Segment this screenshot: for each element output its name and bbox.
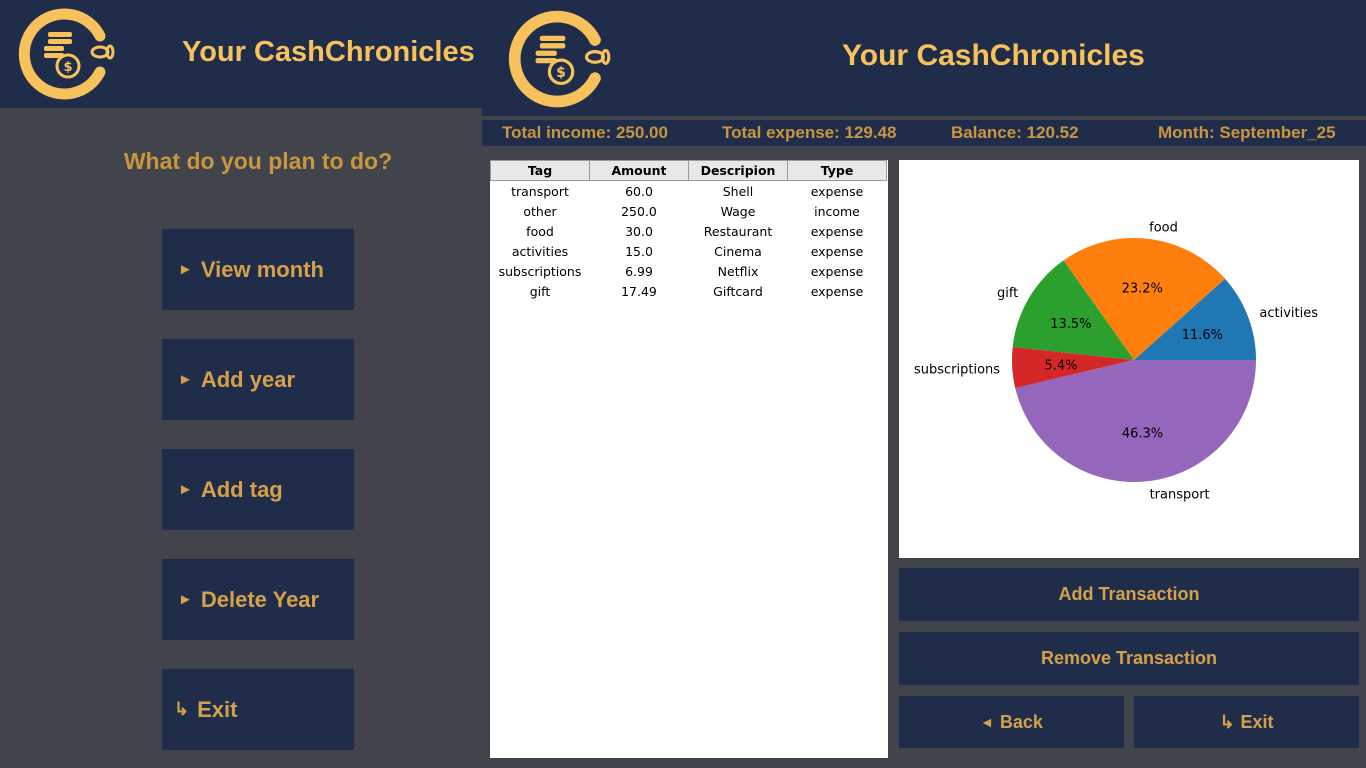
back-arrow-icon: ◄ bbox=[980, 714, 994, 730]
column-header-type[interactable]: Type bbox=[787, 160, 887, 181]
svg-text:$: $ bbox=[556, 65, 566, 81]
cell-type: expense bbox=[810, 283, 864, 299]
pie-percent-label: 11.6% bbox=[1182, 328, 1223, 343]
cell-amount: 17.49 bbox=[621, 283, 657, 299]
table-row[interactable]: gift 17.49 Giftcard expense bbox=[491, 281, 887, 301]
expense-chart-panel: 11.6% activities 23.2% food 13.5% gift 5.4% sub… bbox=[899, 160, 1359, 558]
cell-tag: transport bbox=[511, 183, 569, 199]
add-year-label: Add year bbox=[200, 366, 296, 392]
cell-tag: food bbox=[526, 223, 554, 239]
expense-pie-chart: 11.6% activities 23.2% food 13.5% gift 5.4% sub… bbox=[914, 221, 1318, 503]
cell-amount: 60.0 bbox=[625, 183, 653, 199]
menu-question: What do you plan to do? bbox=[123, 148, 393, 174]
play-arrow-icon: ► bbox=[178, 591, 193, 608]
exit-button-right[interactable]: ↳ Exit bbox=[1134, 696, 1359, 748]
column-header-tag[interactable]: Tag bbox=[490, 160, 590, 181]
month-indicator: Month: September_25 bbox=[1158, 123, 1336, 142]
cell-amount: 15.0 bbox=[625, 243, 653, 259]
pie-category-label: activities bbox=[1259, 306, 1318, 321]
add-year-button[interactable]: ► Add year bbox=[162, 339, 354, 420]
right-app-title: Your CashChronicles bbox=[842, 39, 1145, 72]
svg-text:$: $ bbox=[63, 60, 72, 75]
view-month-button[interactable]: ► View month bbox=[162, 229, 354, 310]
cell-amount: 6.99 bbox=[625, 263, 653, 279]
cell-type: expense bbox=[810, 263, 864, 279]
pie-percent-label: 5.4% bbox=[1044, 359, 1077, 374]
delete-year-button[interactable]: ► Delete Year bbox=[162, 559, 354, 640]
left-app-title: Your CashChronicles bbox=[182, 36, 475, 68]
exit-arrow-icon: ↳ bbox=[1219, 711, 1235, 732]
column-header-amount[interactable]: Amount bbox=[589, 160, 689, 181]
play-arrow-icon: ► bbox=[178, 261, 193, 278]
cell-amount: 250.0 bbox=[621, 203, 657, 219]
exit-label-right: Exit bbox=[1240, 711, 1274, 732]
cell-tag: activities bbox=[511, 243, 569, 259]
balance: Balance: 120.52 bbox=[951, 123, 1079, 142]
exit-button[interactable]: ↳ Exit bbox=[162, 669, 354, 750]
add-transaction-button[interactable]: Add Transaction bbox=[899, 568, 1359, 621]
add-tag-label: Add tag bbox=[200, 476, 283, 502]
pie-percent-label: 23.2% bbox=[1122, 281, 1163, 296]
exit-label: Exit bbox=[197, 696, 238, 722]
table-row[interactable]: subscriptions 6.99 Netflix expense bbox=[491, 261, 887, 281]
cell-type: income bbox=[814, 203, 860, 219]
table-row[interactable]: other 250.0 Wage income bbox=[491, 201, 887, 221]
table-header-row: Tag Amount Descripion Type bbox=[490, 160, 887, 181]
play-arrow-icon: ► bbox=[178, 371, 193, 388]
cell-description: Cinema bbox=[714, 243, 762, 259]
cell-type: expense bbox=[810, 183, 864, 199]
view-month-label: View month bbox=[200, 256, 324, 282]
play-arrow-icon: ► bbox=[178, 481, 193, 498]
remove-transaction-button[interactable]: Remove Transaction bbox=[899, 632, 1359, 685]
cell-description: Restaurant bbox=[703, 223, 773, 239]
table-row[interactable]: food 30.0 Restaurant expense bbox=[491, 221, 887, 241]
cell-description: Netflix bbox=[717, 263, 759, 279]
cell-amount: 30.0 bbox=[625, 223, 653, 239]
total-expense: Total expense: 129.48 bbox=[722, 123, 897, 142]
delete-year-label: Delete Year bbox=[200, 586, 320, 612]
pie-category-label: gift bbox=[997, 286, 1018, 301]
table-row[interactable]: activities 15.0 Cinema expense bbox=[491, 241, 887, 261]
summary-bar: Total income: 250.00 Total expense: 129.… bbox=[482, 120, 1366, 146]
pie-category-label: food bbox=[1149, 221, 1178, 236]
cell-type: expense bbox=[810, 243, 864, 259]
cashchronicles-logo-icon: $ bbox=[18, 8, 115, 100]
transactions-table: Tag Amount Descripion Type transport 60.… bbox=[490, 160, 887, 301]
cashchronicles-logo-icon: $ bbox=[508, 10, 611, 108]
cell-tag: other bbox=[523, 203, 557, 219]
pie-category-label: subscriptions bbox=[914, 362, 1000, 377]
add-tag-button[interactable]: ► Add tag bbox=[162, 449, 354, 530]
cell-description: Shell bbox=[722, 183, 754, 199]
cell-description: Wage bbox=[720, 203, 756, 219]
pie-percent-label: 13.5% bbox=[1050, 317, 1091, 332]
cell-tag: subscriptions bbox=[498, 263, 582, 279]
cell-description: Giftcard bbox=[713, 283, 763, 299]
total-income: Total income: 250.00 bbox=[502, 123, 668, 142]
table-row[interactable]: transport 60.0 Shell expense bbox=[491, 181, 887, 202]
transactions-table-panel: Tag Amount Descripion Type transport 60.… bbox=[490, 160, 888, 758]
exit-arrow-icon: ↳ bbox=[174, 699, 190, 719]
cell-tag: gift bbox=[529, 283, 551, 299]
back-label: Back bbox=[999, 711, 1043, 732]
cell-type: expense bbox=[810, 223, 864, 239]
column-header-description[interactable]: Descripion bbox=[688, 160, 788, 181]
back-button[interactable]: ◄ Back bbox=[899, 696, 1124, 748]
pie-percent-label: 46.3% bbox=[1122, 427, 1163, 442]
pie-category-label: transport bbox=[1150, 487, 1210, 502]
